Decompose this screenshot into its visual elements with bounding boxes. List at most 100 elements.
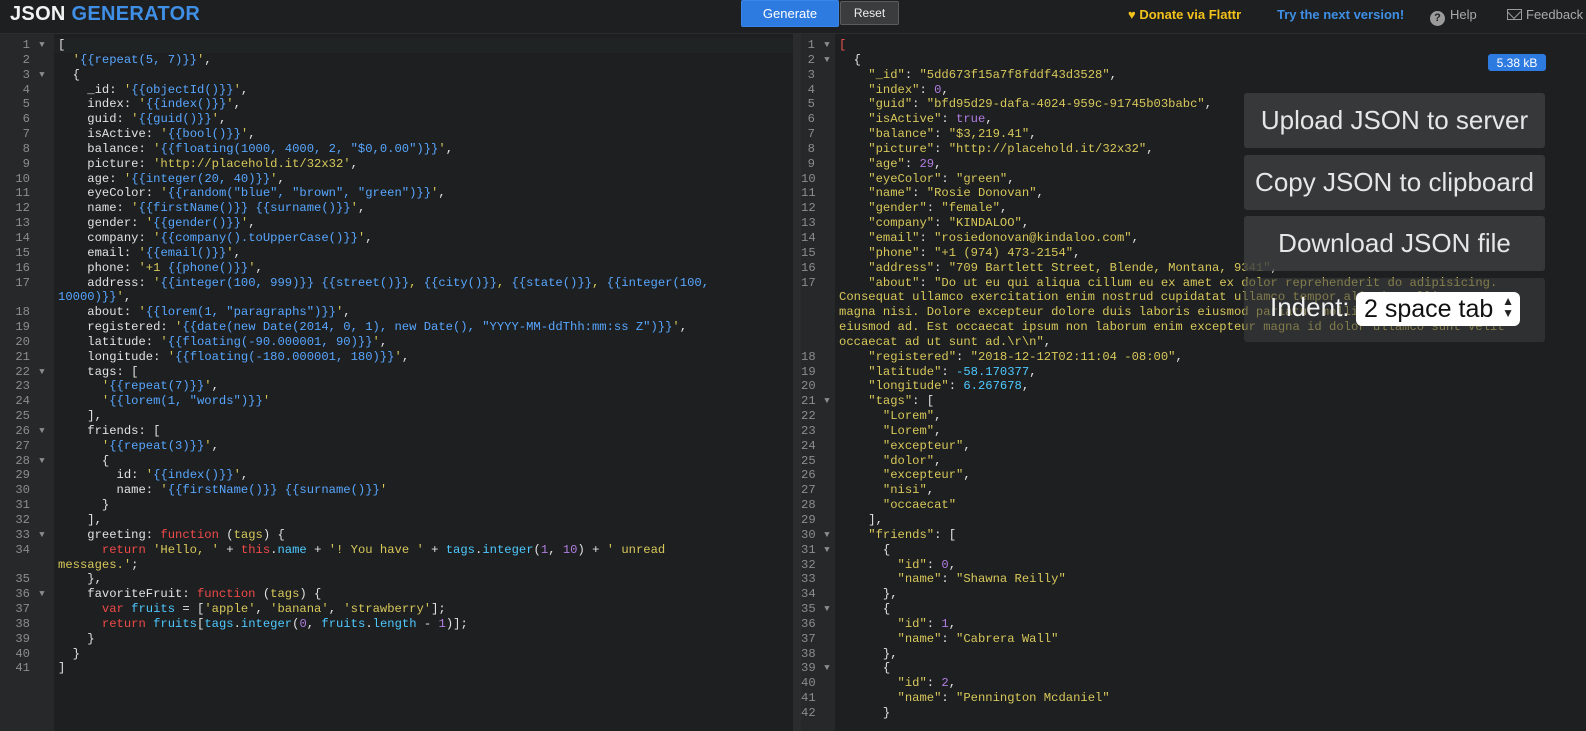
fold-arrow-icon[interactable]: ▼ — [819, 543, 835, 558]
fold-arrow-icon[interactable]: ▼ — [819, 528, 835, 543]
code-line[interactable]: 26 ▼ friends: [ — [0, 424, 793, 439]
fold-arrow-icon[interactable]: ▼ — [819, 53, 835, 68]
code-line[interactable]: 24 "excepteur", — [801, 439, 1586, 454]
fold-arrow-icon[interactable]: ▼ — [34, 587, 50, 602]
code-line[interactable]: 13 gender: '{{gender()}}', — [0, 216, 793, 231]
feedback-link[interactable]: Feedback — [1507, 7, 1583, 22]
code-line[interactable]: 30 name: '{{firstName()}} {{surname()}}' — [0, 483, 793, 498]
code-line[interactable]: 15 email: '{{email()}}', — [0, 246, 793, 261]
code-line[interactable]: 32 "id": 0, — [801, 558, 1586, 573]
code-line[interactable]: 25 ], — [0, 409, 793, 424]
code-line[interactable]: 34 }, — [801, 587, 1586, 602]
code-line[interactable]: 12 name: '{{firstName()}} {{surname()}}'… — [0, 201, 793, 216]
download-json-button[interactable]: Download JSON file — [1244, 216, 1545, 271]
code-line[interactable]: 1 ▼ [ — [801, 38, 1586, 53]
template-editor[interactable]: 1 ▼[2 '{{repeat(5, 7)}}', 3 ▼ {4 _id: '{{ob… — [0, 34, 793, 731]
code-line[interactable]: 34 return 'Hello, ' + this.name + '! You… — [0, 543, 793, 558]
code-line[interactable]: 14 company: '{{company().toUpperCase()}}… — [0, 231, 793, 246]
fold-arrow-icon[interactable]: ▼ — [34, 528, 50, 543]
code-line[interactable]: 17 address: '{{integer(100, 999)}} {{str… — [0, 276, 793, 291]
fold-arrow-icon[interactable]: ▼ — [819, 661, 835, 676]
code-line[interactable]: 25 "dolor", — [801, 454, 1586, 469]
code-line[interactable]: 6 guid: '{{guid()}}', — [0, 112, 793, 127]
code-line[interactable]: 28 ▼ { — [0, 454, 793, 469]
code-line[interactable]: 9 picture: 'http://placehold.it/32x32', — [0, 157, 793, 172]
code-line[interactable]: 39 } — [0, 632, 793, 647]
code-line[interactable]: 37 var fruits = ['apple', 'banana', 'str… — [0, 602, 793, 617]
code-line[interactable]: 42 } — [801, 706, 1586, 721]
code-line[interactable]: 22 ▼ tags: [ — [0, 365, 793, 380]
code-line[interactable]: 31 } — [0, 498, 793, 513]
code-line[interactable]: 8 balance: '{{floating(1000, 4000, 2, "$… — [0, 142, 793, 157]
code-line[interactable]: 30 ▼ "friends": [ — [801, 528, 1586, 543]
code-line[interactable]: 32 ], — [0, 513, 793, 528]
fold-arrow-icon[interactable]: ▼ — [34, 38, 50, 53]
help-link[interactable]: ? Help — [1430, 7, 1477, 26]
panel-splitter[interactable] — [793, 34, 801, 731]
code-line[interactable]: 10000)}}', — [0, 290, 793, 305]
code-line[interactable]: 38 }, — [801, 647, 1586, 662]
code-line[interactable]: 3 "_id": "5dd673f15a7f8fddf43d3528", — [801, 68, 1586, 83]
code-line[interactable]: 26 "excepteur", — [801, 468, 1586, 483]
code-line[interactable]: 11 eyeColor: '{{random("blue", "brown", … — [0, 186, 793, 201]
fold-arrow-icon[interactable]: ▼ — [34, 68, 50, 83]
code-line[interactable]: 22 "Lorem", — [801, 409, 1586, 424]
code-line[interactable]: 36 ▼ favoriteFruit: function (tags) { — [0, 587, 793, 602]
fold-arrow-icon[interactable]: ▼ — [34, 454, 50, 469]
code-line[interactable]: 20 "longitude": 6.267678, — [801, 379, 1586, 394]
code-line[interactable]: 24 '{{lorem(1, "words")}}' — [0, 394, 793, 409]
code-line[interactable]: 19 registered: '{{date(new Date(2014, 0,… — [0, 320, 793, 335]
code-line[interactable]: 19 "latitude": -58.170377, — [801, 365, 1586, 380]
code-line[interactable]: 38 return fruits[tags.integer(0, fruits.… — [0, 617, 793, 632]
code-line[interactable]: 40 "id": 2, — [801, 676, 1586, 691]
code-line[interactable]: 36 "id": 1, — [801, 617, 1586, 632]
code-line[interactable]: 29 ], — [801, 513, 1586, 528]
code-line[interactable]: 29 id: '{{index()}}', — [0, 468, 793, 483]
code-line[interactable]: 7 isActive: '{{bool()}}', — [0, 127, 793, 142]
code-line[interactable]: 31 ▼ { — [801, 543, 1586, 558]
generate-button[interactable]: Generate — [741, 0, 839, 27]
code-line[interactable]: 23 "Lorem", — [801, 424, 1586, 439]
code-line[interactable]: 35 }, — [0, 572, 793, 587]
code-line[interactable]: 3 ▼ { — [0, 68, 793, 83]
code-line[interactable]: 23 '{{repeat(7)}}', — [0, 379, 793, 394]
code-line[interactable]: 27 "nisi", — [801, 483, 1586, 498]
code-line[interactable]: 41] — [0, 661, 793, 676]
upload-json-button[interactable]: Upload JSON to server — [1244, 93, 1545, 148]
code-line[interactable]: 28 "occaecat" — [801, 498, 1586, 513]
fold-arrow-icon[interactable]: ▼ — [819, 394, 835, 409]
code-line[interactable]: messages.'; — [0, 558, 793, 573]
fold-arrow-icon[interactable]: ▼ — [34, 424, 50, 439]
code-line[interactable]: 2 ▼ { — [801, 53, 1586, 68]
fold-arrow-icon[interactable]: ▼ — [34, 365, 50, 380]
code-line[interactable]: 33 ▼ greeting: function (tags) { — [0, 528, 793, 543]
code-line[interactable]: 21 ▼ "tags": [ — [801, 394, 1586, 409]
copy-json-button[interactable]: Copy JSON to clipboard — [1244, 155, 1545, 210]
code-line[interactable]: 37 "name": "Cabrera Wall" — [801, 632, 1586, 647]
fold-arrow-icon[interactable]: ▼ — [819, 38, 835, 53]
code-line[interactable]: 40 } — [0, 647, 793, 662]
code-line[interactable]: 5 index: '{{index()}}', — [0, 97, 793, 112]
next-version-link[interactable]: Try the next version! — [1277, 7, 1404, 22]
code-line[interactable]: 21 longitude: '{{floating(-180.000001, 1… — [0, 350, 793, 365]
code-line[interactable]: 16 phone: '+1 {{phone()}}', — [0, 261, 793, 276]
code-line[interactable]: 39 ▼ { — [801, 661, 1586, 676]
template-code[interactable]: 1 ▼[2 '{{repeat(5, 7)}}', 3 ▼ {4 _id: '{{ob… — [0, 38, 793, 676]
line-number: 8 — [807, 141, 815, 156]
app-logo[interactable]: JSON GENERATOR — [10, 3, 200, 26]
code-line[interactable]: 18 "registered": "2018-12-12T02:11:04 -0… — [801, 350, 1586, 365]
code-line[interactable]: 27 '{{repeat(3)}}', — [0, 439, 793, 454]
code-line[interactable]: 41 "name": "Pennington Mcdaniel" — [801, 691, 1586, 706]
fold-arrow-icon[interactable]: ▼ — [819, 602, 835, 617]
code-line[interactable]: 1 ▼ [ — [0, 38, 793, 53]
reset-button[interactable]: Reset — [840, 1, 899, 25]
code-line[interactable]: 18 about: '{{lorem(1, "paragraphs")}}', — [0, 305, 793, 320]
code-line[interactable]: 33 "name": "Shawna Reilly" — [801, 572, 1586, 587]
code-line[interactable]: 4 _id: '{{objectId()}}', — [0, 83, 793, 98]
donate-link[interactable]: ♥ Donate via Flattr — [1128, 7, 1241, 22]
code-line[interactable]: 2 '{{repeat(5, 7)}}', — [0, 53, 793, 68]
code-line[interactable]: 35 ▼ { — [801, 602, 1586, 617]
code-line[interactable]: 10 age: '{{integer(20, 40)}}', — [0, 172, 793, 187]
code-line[interactable]: 20 latitude: '{{floating(-90.000001, 90)… — [0, 335, 793, 350]
indent-select[interactable]: 2 space tab ▲ ▼ — [1356, 292, 1520, 326]
